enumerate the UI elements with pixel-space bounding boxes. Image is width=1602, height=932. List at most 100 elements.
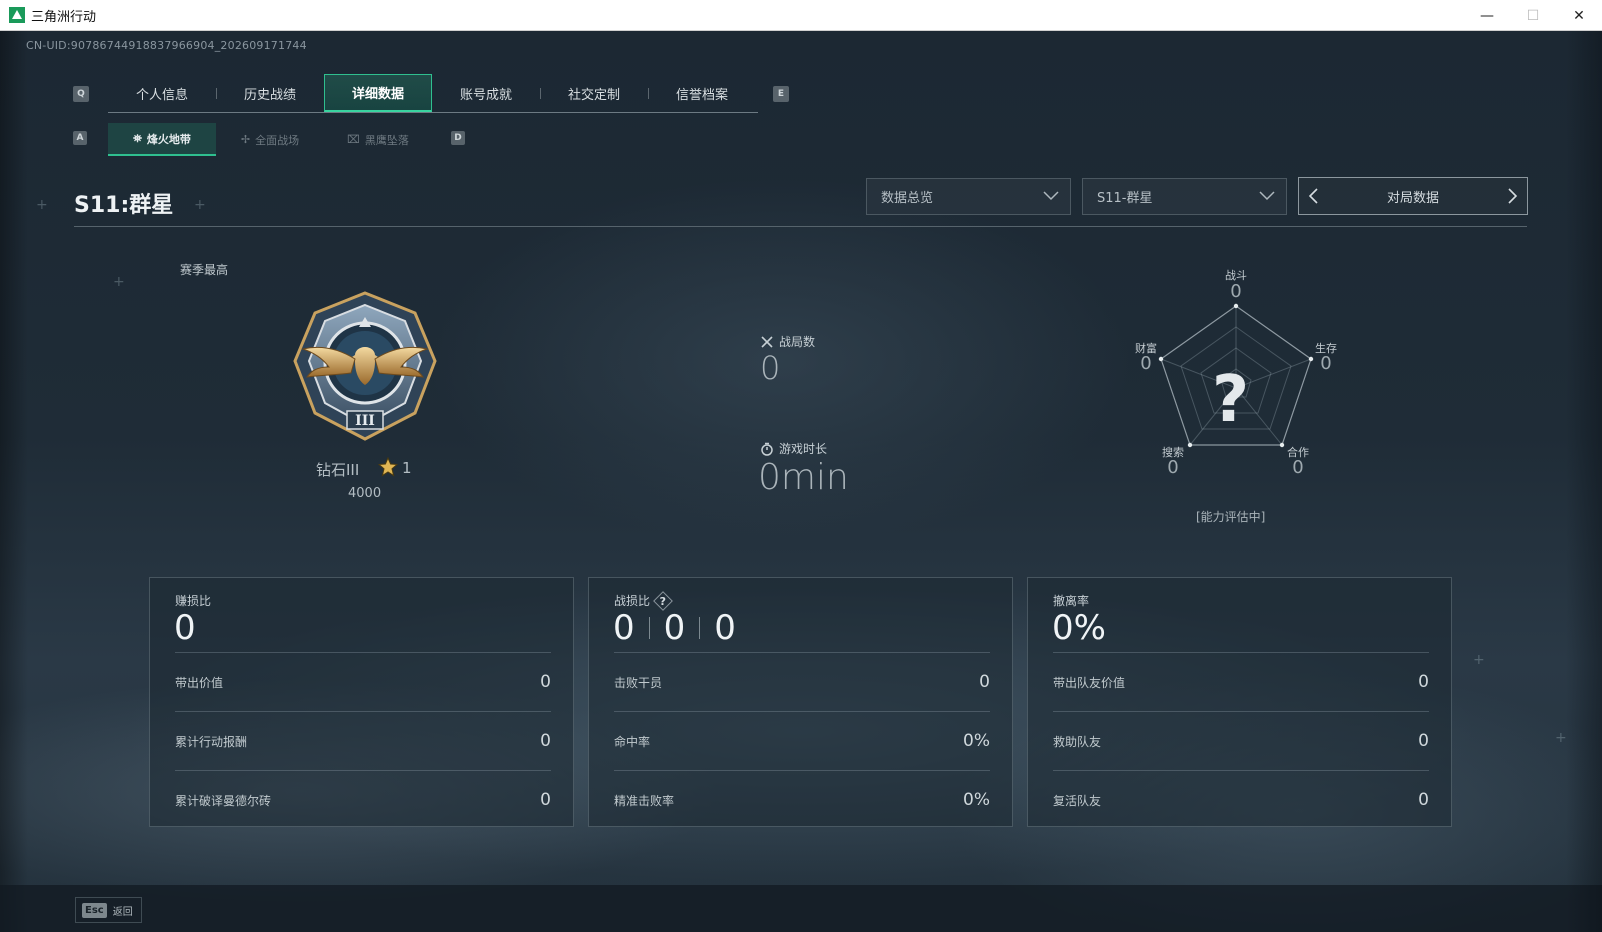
playtime-value: 0min (758, 457, 849, 498)
tab-personal-info[interactable]: 个人信息 (108, 74, 216, 112)
minimize-button[interactable]: — (1464, 0, 1510, 31)
svg-text:III: III (355, 413, 375, 429)
matches-label: 战局数 (760, 333, 815, 350)
app-logo-icon (9, 7, 25, 23)
subtab-prev-key[interactable]: A (73, 131, 87, 145)
tab-reputation[interactable]: 信誉档案 (648, 74, 756, 112)
stat-label: 精准击败率 (614, 793, 675, 808)
panel-main-value: 0% (1052, 608, 1106, 648)
rank-points: 4000 (348, 486, 382, 501)
extraction-rate-panel: 撤离率 0% 带出队友价值 0 救助队友 0 复活队友 0 (1027, 577, 1452, 827)
radar-unknown-mark: ? (1212, 363, 1250, 437)
stat-value: 0% (963, 731, 990, 751)
ability-assessment-note: [能力评估中] (1196, 510, 1266, 524)
panel-title-text: 战损比 (614, 594, 651, 608)
tab-prev-key[interactable]: Q (73, 86, 89, 102)
chevron-left-icon[interactable] (1307, 187, 1319, 205)
season-title: S11:群星 (74, 193, 174, 218)
value-separator (648, 617, 650, 639)
stat-value: 0 (540, 672, 551, 692)
edge-shading (1566, 31, 1602, 932)
stat-row: 累计行动报酬 0 (175, 711, 551, 770)
crosshair-decoration-icon: + (113, 274, 125, 290)
stat-row: 精准击败率 0% (614, 770, 990, 829)
subtab-battlefield[interactable]: ✢ 全面战场 (216, 123, 324, 156)
stat-label: 带出价值 (175, 675, 224, 690)
overview-dropdown[interactable]: 数据总览 (866, 178, 1071, 215)
stopwatch-icon (761, 442, 773, 456)
back-label: 返回 (112, 906, 133, 918)
tab-next-key[interactable]: E (773, 86, 789, 102)
mode-tab-bar: ⛯ 烽火地带 ✢ 全面战场 ⌧ 黑鹰坠落 (108, 123, 432, 156)
stat-row: 复活队友 0 (1053, 770, 1429, 829)
stat-row: 击败干员 0 (614, 652, 990, 711)
window-title: 三角洲行动 (31, 9, 97, 25)
stat-value: 0 (540, 790, 551, 810)
battlefield-icon: ✢ (240, 133, 251, 146)
season-best-label: 赛季最高 (180, 263, 229, 277)
stat-value: 0 (1418, 790, 1429, 810)
subtab-label: 烽火地带 (146, 132, 191, 146)
tab-social[interactable]: 社交定制 (540, 74, 648, 112)
profit-loss-panel: 赚损比 0 带出价值 0 累计行动报酬 0 累计破译曼德尔砖 0 (149, 577, 574, 827)
stat-label: 救助队友 (1053, 734, 1102, 749)
subtab-hazard-zone[interactable]: ⛯ 烽火地带 (108, 123, 216, 156)
chevron-down-icon (1259, 191, 1275, 201)
star-icon (378, 457, 398, 477)
stat-label: 带出队友价值 (1053, 675, 1126, 690)
panel-title: 赚损比 (175, 594, 212, 608)
stat-row: 救助队友 0 (1053, 711, 1429, 770)
window-title-bar: 三角洲行动 — ☐ ✕ (0, 0, 1602, 31)
value-separator (699, 617, 701, 639)
stat-label: 命中率 (614, 734, 651, 749)
panel-title: 战损比 ? (614, 590, 673, 611)
stat-value: 0% (963, 790, 990, 810)
subtab-next-key[interactable]: D (451, 131, 465, 145)
close-button[interactable]: ✕ (1556, 0, 1602, 31)
radar-value-survival: 0 (1320, 353, 1332, 374)
playtime-label-text: 游戏时长 (779, 442, 828, 456)
stat-value: 0 (1418, 731, 1429, 751)
rank-name: 钻石III (316, 461, 360, 479)
stat-row: 带出队友价值 0 (1053, 652, 1429, 711)
stat-label: 累计破译曼德尔砖 (175, 793, 272, 808)
crosshair-decoration-icon: + (36, 197, 48, 213)
crosshair-decoration-icon: + (194, 197, 206, 213)
chevron-down-icon (1043, 191, 1059, 201)
helicopter-icon: ⌧ (347, 133, 360, 146)
stat-row: 累计破译曼德尔砖 0 (175, 770, 551, 829)
stat-label: 击败干员 (614, 675, 663, 690)
subtab-label: 全面战场 (255, 133, 300, 147)
main-tab-bar: 个人信息 历史战绩 详细数据 账号成就 社交定制 信誉档案 (108, 74, 758, 113)
data-type-pager: 对局数据 (1298, 177, 1528, 215)
stat-row: 命中率 0% (614, 711, 990, 770)
crossed-swords-icon (761, 335, 773, 348)
panel-main-value: 0 (174, 608, 196, 648)
maximize-button[interactable]: ☐ (1510, 0, 1556, 31)
stat-label: 复活队友 (1053, 793, 1102, 808)
playtime-label: 游戏时长 (760, 440, 827, 457)
season-dropdown[interactable]: S11-群星 (1082, 178, 1287, 215)
radar-value-combat: 0 (1230, 281, 1242, 302)
dropdown-value: S11-群星 (1097, 191, 1153, 206)
radar-value-search: 0 (1167, 457, 1179, 478)
panel-main-value: 0 0 0 (613, 608, 736, 648)
tab-match-history[interactable]: 历史战绩 (216, 74, 324, 112)
tab-detailed-data[interactable]: 详细数据 (324, 74, 432, 112)
kd-value-part: 0 (714, 608, 736, 648)
rank-star-count: 1 (402, 459, 412, 477)
back-button[interactable]: Esc 返回 (75, 897, 142, 923)
subtab-black-hawk-down[interactable]: ⌧ 黑鹰坠落 (324, 123, 432, 156)
tab-achievements[interactable]: 账号成就 (432, 74, 540, 112)
dropdown-value: 数据总览 (881, 191, 934, 206)
radar-value-wealth: 0 (1140, 353, 1152, 374)
stat-value: 0 (1418, 672, 1429, 692)
game-viewport: CN-UID:9078674491883796690​4_20260917174… (0, 31, 1602, 932)
panel-title: 撤离率 (1053, 594, 1090, 608)
stat-row: 带出价值 0 (175, 652, 551, 711)
subtab-label: 黑鹰坠落 (364, 133, 409, 147)
diamond-rank-badge-icon: III (293, 291, 437, 441)
divider (74, 226, 1527, 227)
chevron-right-icon[interactable] (1507, 187, 1519, 205)
crosshair-decoration-icon: + (1555, 730, 1567, 746)
